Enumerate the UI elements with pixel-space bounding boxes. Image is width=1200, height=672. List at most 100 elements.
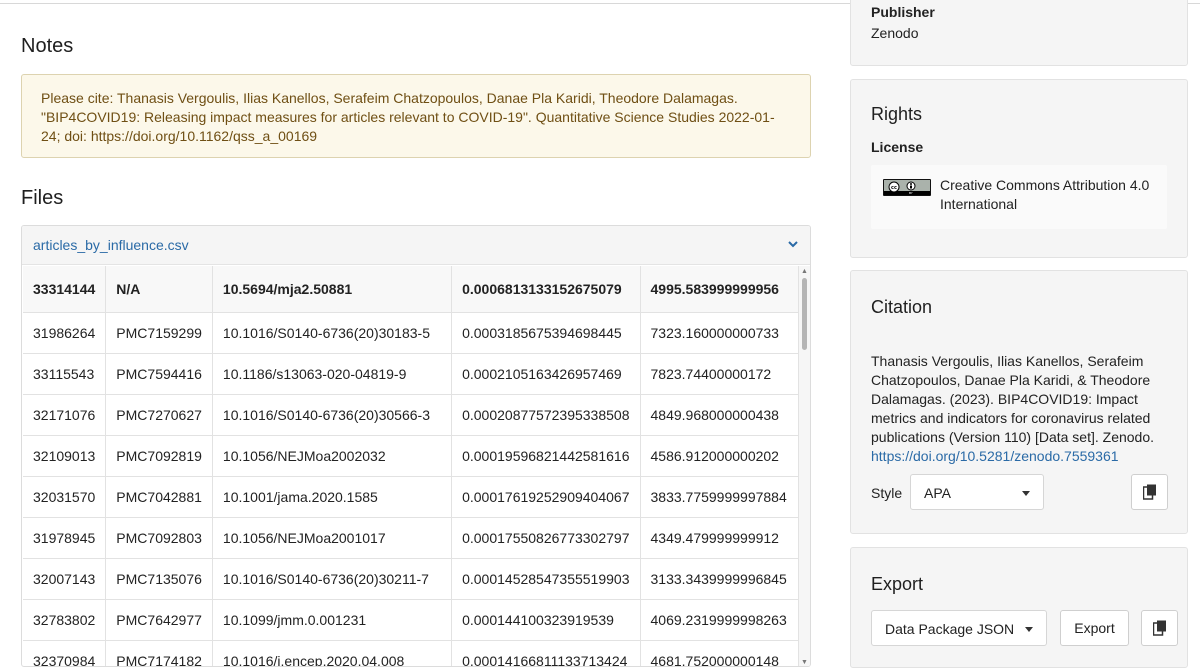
table-cell: 0.00014166811133713424 (451, 640, 641, 666)
table-cell: 4849.968000000438 (640, 394, 799, 436)
citation-body: Thanasis Vergoulis, Ilias Kanellos, Sera… (871, 353, 1155, 445)
table-cell: 4681.752000000148 (640, 640, 799, 666)
table-header-row: 33314144 N/A 10.5694/mja2.50881 0.000681313… (23, 266, 799, 313)
citation-note: Please cite: Thanasis Vergoulis, Ilias K… (21, 74, 811, 158)
table-cell: 0.000144100323919539 (451, 599, 641, 641)
rights-card: Rights License cc BY Creative Commons At… (850, 79, 1188, 258)
table-cell: PMC7135076 (105, 558, 213, 600)
table-row: 32109013 PMC7092819 10.1056/NEJMoa2002032 0… (23, 435, 799, 477)
table-cell: 7823.74400000172 (640, 353, 799, 395)
publisher-card: Publisher Zenodo (850, 0, 1188, 66)
table-cell: 0.00017619252909404067 (451, 476, 641, 518)
table-cell: 32783802 (23, 599, 107, 641)
scroll-up-icon[interactable]: ▲ (801, 268, 808, 275)
license-box[interactable]: cc BY Creative Commons Attribution 4.0 I… (871, 165, 1167, 229)
table-header-cell: 10.5694/mja2.50881 (212, 266, 453, 313)
table-cell: PMC7092819 (105, 435, 213, 477)
table-row: 31978945 PMC7092803 10.1056/NEJMoa2001017 0… (23, 517, 799, 559)
copy-citation-button[interactable] (1131, 474, 1168, 510)
table-cell: 32007143 (23, 558, 107, 600)
license-label: License (871, 139, 924, 155)
files-heading: Files (21, 187, 64, 209)
table-cell: 32171076 (23, 394, 107, 436)
file-preview-panel: articles_by_influence.csv 33314144 N/A 10.… (21, 225, 811, 667)
table-cell: 3133.3439999996845 (640, 558, 799, 600)
table-cell: 10.1016/j.encep.2020.04.008 (212, 640, 453, 666)
table-cell: 33115543 (23, 353, 107, 395)
scroll-down-icon[interactable]: ▼ (801, 659, 808, 666)
svg-text:cc: cc (891, 185, 897, 191)
table-cell: 0.00014528547355519903 (451, 558, 641, 600)
citation-style-select[interactable]: APA (910, 474, 1044, 510)
table-cell: 31986264 (23, 312, 107, 354)
chevron-down-icon (1022, 491, 1030, 496)
table-header-cell: 4995.583999999956 (640, 266, 799, 313)
table-cell: 32031570 (23, 476, 107, 518)
table-cell: 0.00017550826773302797 (451, 517, 641, 559)
table-cell: 10.1056/NEJMoa2001017 (212, 517, 453, 559)
table-scrollbar[interactable]: ▲ ▼ (799, 266, 810, 666)
table-row: 33115543 PMC7594416 10.1186/s13063-020-048… (23, 353, 799, 395)
table-cell: 10.1016/S0140-6736(20)30211-7 (212, 558, 453, 600)
export-title: Export (871, 574, 924, 594)
table-cell: PMC7159299 (105, 312, 213, 354)
table-row: 32370984 PMC7174182 10.1016/j.encep.2020.0… (23, 640, 799, 666)
table-cell: 4069.2319999998263 (640, 599, 799, 641)
citation-style-value: APA (924, 485, 951, 501)
chevron-down-icon (1025, 627, 1033, 632)
table-cell: 3833.7759999997884 (640, 476, 799, 518)
table-cell: PMC7594416 (105, 353, 213, 395)
table-cell: 4586.912000000202 (640, 435, 799, 477)
table-header-cell: 0.0006813133152675079 (451, 266, 641, 313)
copy-export-button[interactable] (1141, 610, 1178, 646)
table-header-cell: 33314144 (23, 266, 107, 313)
table-header-cell: N/A (105, 266, 213, 313)
export-format-value: Data Package JSON (885, 621, 1015, 637)
file-preview-header[interactable]: articles_by_influence.csv (22, 226, 810, 265)
table-row: 32783802 PMC7642977 10.1099/jmm.0.001231 0.… (23, 599, 799, 641)
table-cell: PMC7270627 (105, 394, 213, 436)
table-cell: 10.1186/s13063-020-04819-9 (212, 353, 453, 395)
table-cell: 10.1056/NEJMoa2002032 (212, 435, 453, 477)
copy-icon (1153, 620, 1166, 636)
table-cell: 0.0002105163426957469 (451, 353, 641, 395)
table-row: 32031570 PMC7042881 10.1001/jama.2020.1585… (23, 476, 799, 518)
table-row: 32171076 PMC7270627 10.1016/S0140-6736(20)… (23, 394, 799, 436)
citation-doi-link[interactable]: https://doi.org/10.5281/zenodo.7559361 (871, 448, 1119, 464)
notes-heading: Notes (21, 35, 74, 57)
csv-preview-table: 33314144 N/A 10.5694/mja2.50881 0.000681313… (23, 266, 799, 666)
table-cell: 31978945 (23, 517, 107, 559)
citation-text: Thanasis Vergoulis, Ilias Kanellos, Sera… (871, 352, 1171, 466)
table-cell: PMC7174182 (105, 640, 213, 666)
table-cell: 0.00020877572395338508 (451, 394, 641, 436)
table-row: 31986264 PMC7159299 10.1016/S0140-6736(20)… (23, 312, 799, 354)
file-name-link[interactable]: articles_by_influence.csv (33, 237, 189, 253)
copy-icon (1143, 484, 1156, 500)
publisher-label: Publisher (871, 4, 935, 20)
table-cell: 32109013 (23, 435, 107, 477)
export-button[interactable]: Export (1060, 610, 1129, 646)
table-cell: 7323.160000000733 (640, 312, 799, 354)
rights-title: Rights (871, 104, 923, 124)
style-label: Style (871, 485, 903, 501)
table-cell: 4349.479999999912 (640, 517, 799, 559)
scrollbar-thumb[interactable] (802, 278, 807, 350)
table-cell: 10.1016/S0140-6736(20)30566-3 (212, 394, 453, 436)
export-format-select[interactable]: Data Package JSON (871, 610, 1047, 646)
citation-title: Citation (871, 297, 933, 317)
publisher-value: Zenodo (871, 25, 919, 41)
table-cell: 32370984 (23, 640, 107, 666)
export-card: Export Data Package JSON Export (850, 547, 1188, 668)
table-cell: PMC7092803 (105, 517, 213, 559)
table-cell: PMC7642977 (105, 599, 213, 641)
table-cell: 10.1016/S0140-6736(20)30183-5 (212, 312, 453, 354)
table-cell: PMC7042881 (105, 476, 213, 518)
table-row: 32007143 PMC7135076 10.1016/S0140-6736(20)… (23, 558, 799, 600)
citation-card: Citation Thanasis Vergoulis, Ilias Kanel… (850, 270, 1188, 534)
table-cell: 10.1001/jama.2020.1585 (212, 476, 453, 518)
table-cell: 0.00019596821442581616 (451, 435, 641, 477)
license-name[interactable]: Creative Commons Attribution 4.0 Interna… (940, 176, 1160, 214)
table-cell: 0.0003185675394698445 (451, 312, 641, 354)
cc-badge-text: BY (909, 191, 913, 195)
chevron-down-icon[interactable] (786, 237, 800, 251)
